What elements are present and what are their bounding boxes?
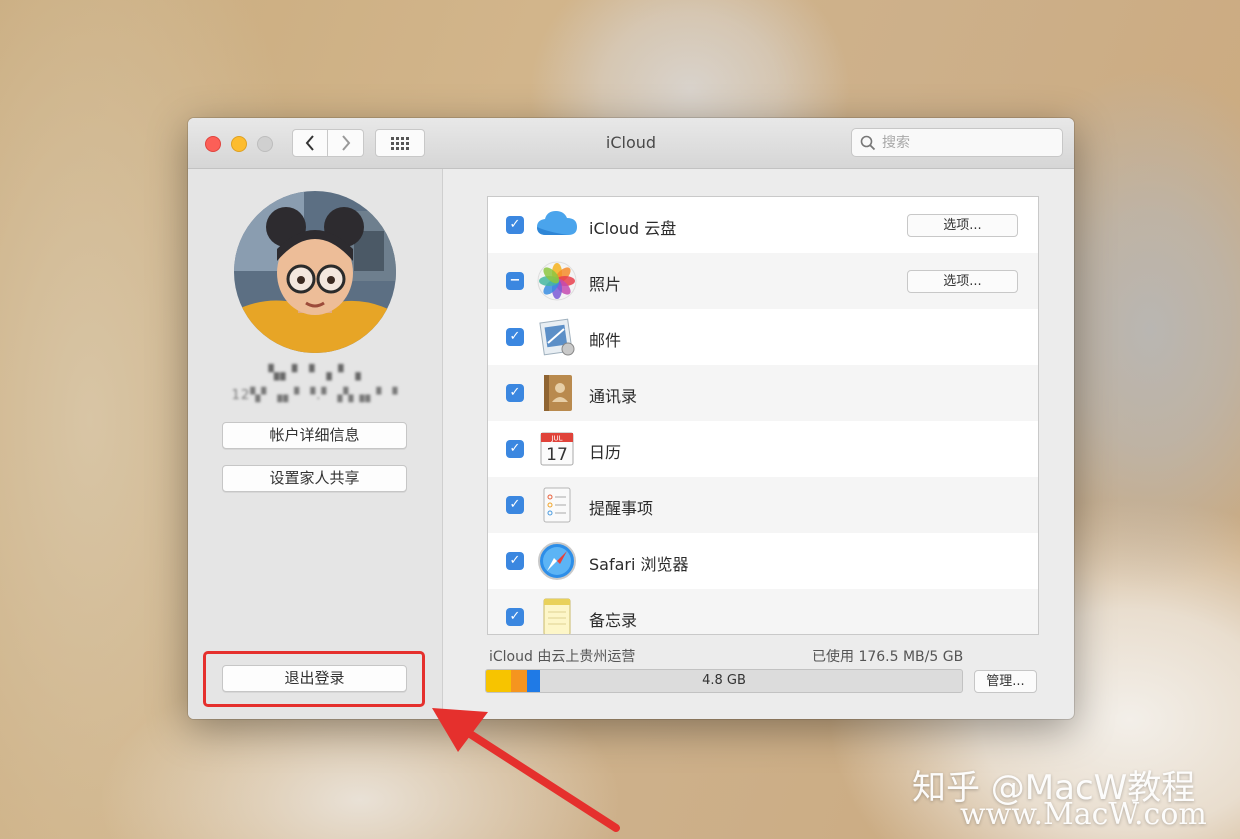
- account-sidebar: ▚▖▘▝ ▗ ▘▗ 12▚▘▗▖▘▝.▘▗▚▗▖▘▝ 帐户详细信息 设置家人共享…: [188, 169, 443, 719]
- titlebar: iCloud: [188, 118, 1074, 169]
- checkbox-calendar[interactable]: ✓: [506, 440, 524, 458]
- checkbox-photos[interactable]: −: [506, 272, 524, 290]
- icloud-preferences-window: iCloud 搜索 ▚▖▘▝ ▗ ▘▗ 12▚▘▗▖▘▝.▘▗▚▗▖▘▝ 帐户详…: [188, 118, 1074, 719]
- calendar-icon: JUL 17: [540, 432, 574, 466]
- storage-available-label: 4.8 GB: [702, 673, 746, 688]
- storage-usage-text: 已使用 176.5 MB/5 GB: [812, 649, 964, 665]
- avatar[interactable]: [234, 191, 396, 353]
- contacts-icon: [544, 375, 572, 411]
- mail-icon: [539, 318, 575, 356]
- service-label: 提醒事项: [589, 499, 654, 518]
- service-label: 邮件: [589, 331, 622, 350]
- storage-provider-text: iCloud 由云上贵州运营: [489, 649, 636, 665]
- watermark-url: www.MacW.com: [960, 797, 1207, 832]
- list-item: ✓ 提醒事项: [488, 477, 1038, 533]
- icloud-drive-icon: [537, 211, 577, 235]
- list-item: ✓ JUL 17 日历: [488, 421, 1038, 477]
- list-item: ✓ iCloud 云盘 选项...: [488, 197, 1038, 253]
- sign-out-button[interactable]: 退出登录: [222, 665, 407, 692]
- search-field[interactable]: [851, 128, 1063, 157]
- memoji-avatar-image: [234, 191, 396, 353]
- checkbox-reminders[interactable]: ✓: [506, 496, 524, 514]
- list-item: ✓ 通讯录: [488, 365, 1038, 421]
- service-label: 备忘录: [589, 611, 638, 630]
- calendar-day-text: 17: [546, 445, 568, 465]
- photos-options-button[interactable]: 选项...: [907, 270, 1018, 293]
- red-arrow-annotation: [432, 708, 620, 832]
- checkbox-contacts[interactable]: ✓: [506, 384, 524, 402]
- service-label: iCloud 云盘: [589, 219, 677, 238]
- list-item: ✓ 邮件: [488, 309, 1038, 365]
- service-label: 照片: [589, 275, 622, 294]
- service-label: Safari 浏览器: [589, 555, 689, 574]
- manage-storage-button[interactable]: 管理...: [974, 670, 1037, 693]
- checkbox-mail[interactable]: ✓: [506, 328, 524, 346]
- list-item: − 照片 选项...: [488, 253, 1038, 309]
- list-item: ✓ Safari 浏览器: [488, 533, 1038, 589]
- services-list: ✓ iCloud 云盘 选项... − 照片 选项... ✓ 邮件 ✓ 通讯录 …: [487, 196, 1039, 635]
- photos-icon: [537, 261, 577, 301]
- service-label: 通讯录: [589, 387, 638, 406]
- account-email: 12▚▘▗▖▘▝.▘▗▚▗▖▘▝: [231, 388, 399, 403]
- calendar-month-text: JUL: [550, 435, 562, 443]
- checkbox-icloud-drive[interactable]: ✓: [506, 216, 524, 234]
- search-icon: [860, 135, 876, 150]
- reminders-icon: [543, 487, 571, 523]
- checkbox-safari[interactable]: ✓: [506, 552, 524, 570]
- safari-icon: [538, 542, 576, 580]
- checkbox-notes[interactable]: ✓: [506, 608, 524, 626]
- account-name: ▚▖▘▝ ▗ ▘▗: [268, 365, 362, 381]
- service-label: 日历: [589, 443, 622, 462]
- icloud-drive-options-button[interactable]: 选项...: [907, 214, 1018, 237]
- notes-icon: [543, 598, 571, 634]
- search-input[interactable]: [880, 133, 1054, 152]
- family-sharing-button[interactable]: 设置家人共享: [222, 465, 407, 492]
- list-item: ✓ 备忘录: [488, 589, 1038, 634]
- account-details-button[interactable]: 帐户详细信息: [222, 422, 407, 449]
